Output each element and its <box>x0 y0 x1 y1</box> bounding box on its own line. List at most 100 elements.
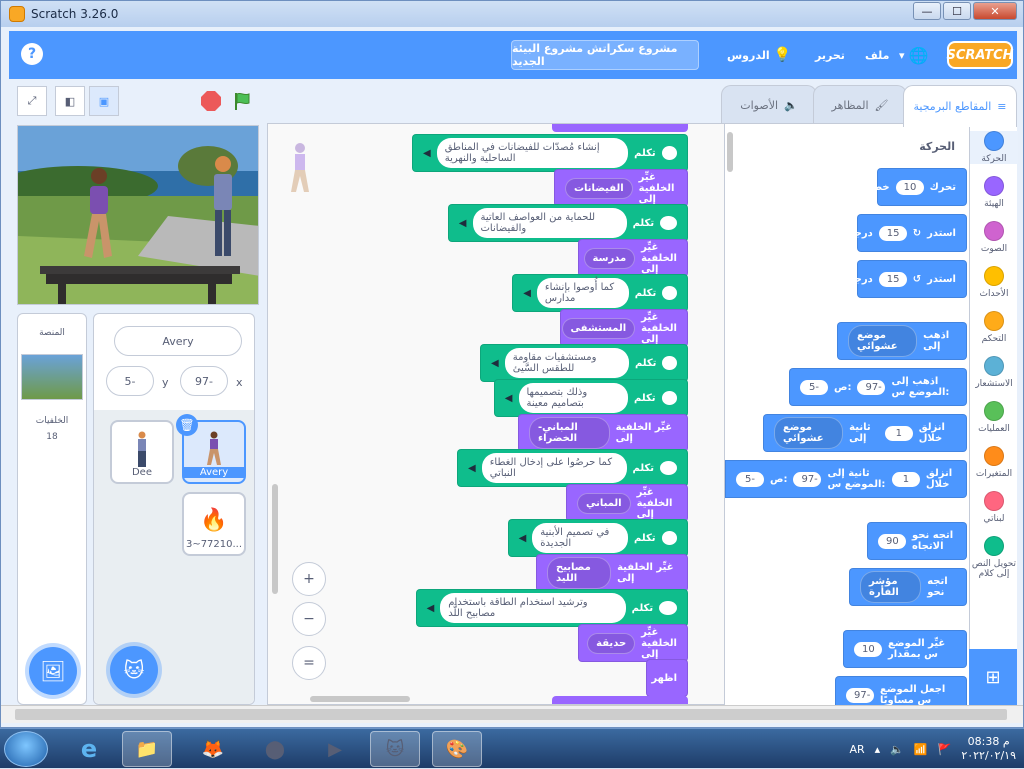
block-input[interactable]: 5- <box>736 471 764 487</box>
glide-random-block[interactable]: موضع عشوائي ثانية إلى 1 انزلق خلال <box>763 414 967 452</box>
tab-code[interactable]: المقاطع البرمجية ≡ <box>903 85 1017 127</box>
block-input[interactable]: 97- <box>857 379 886 395</box>
block-input[interactable]: للحماية من العواصف العاتية والفيضانات <box>472 208 627 238</box>
block-input[interactable]: في تصميم الأبنية الجديدة <box>532 523 629 553</box>
block-dropdown[interactable]: حديقة <box>587 632 636 654</box>
zoom-reset-button[interactable]: = <box>292 646 326 680</box>
choose-backdrop-button[interactable]: 🖼 <box>29 647 77 695</box>
switch-backdrop-block[interactable]: مدرسة غيِّر الخلفية إلى <box>578 239 688 277</box>
tab-costumes[interactable]: المظاهر 🖌 <box>813 85 907 125</box>
set-x-block[interactable]: 97- اجعل الموضع س مساويًا <box>835 676 967 705</box>
script-area[interactable]: تكلم إنشاء مُصدّات للفيضانات في المناطق ا… <box>267 123 725 705</box>
move-steps-block[interactable]: خطوة 10 تحرك <box>861 168 967 206</box>
firefox-icon[interactable]: 🦊 <box>188 731 238 767</box>
large-stage-button[interactable]: ▣ <box>89 86 119 116</box>
glide-xy-block[interactable]: 5- ص: 97- ثانية إلى الموضع س: 1 انزلق خل… <box>725 460 967 498</box>
change-x-block[interactable]: 10 غيِّر الموضع س بمقدار <box>843 630 967 668</box>
language-indicator[interactable]: AR <box>850 743 865 756</box>
sprite-thumb-dee[interactable]: Dee <box>110 420 174 484</box>
category-7[interactable]: المتغيرات <box>970 446 1018 479</box>
close-button[interactable]: ✕ <box>973 2 1017 20</box>
horizontal-scrollbar[interactable] <box>310 696 410 702</box>
block-dropdown[interactable]: موضع عشوائي <box>774 417 844 449</box>
category-1[interactable]: الهيئة <box>970 176 1018 209</box>
block-dropdown[interactable]: موضع عشوائي <box>848 325 918 357</box>
category-4[interactable]: التحكم <box>970 311 1018 344</box>
zoom-in-button[interactable]: + <box>292 562 326 596</box>
x-coordinate-input[interactable]: 97- <box>180 366 228 396</box>
block-input[interactable]: كما أُوصوا بإنشاء مدارس <box>536 278 629 308</box>
maximize-button[interactable]: ☐ <box>943 2 971 20</box>
block-dropdown[interactable]: المستشفى <box>561 317 636 339</box>
block-input[interactable]: وذلك بتصميمها بتصاميم معينة <box>518 383 629 413</box>
category-3[interactable]: الأحداث <box>970 266 1018 299</box>
fullscreen-button[interactable]: ⤢ <box>17 86 47 116</box>
say-block[interactable]: تكلم كما أُوصوا بإنشاء مدارس ◀ <box>512 274 688 312</box>
edit-menu[interactable]: تحرير <box>815 31 845 79</box>
paint-icon[interactable]: 🎨 <box>432 731 482 767</box>
stage-canvas[interactable] <box>17 125 259 305</box>
tray-expand-icon[interactable]: ▴ <box>875 743 881 756</box>
block-input[interactable]: 15 <box>878 271 907 287</box>
chrome-icon[interactable]: ⬤ <box>250 731 300 767</box>
block-dropdown[interactable]: المباني <box>577 492 631 514</box>
block-dropdown[interactable]: مصابيح الليد <box>547 557 612 589</box>
say-block[interactable]: تكلم كما حرصُوا على إدخال الغطاء النباتي ◀ <box>457 449 688 487</box>
block-input[interactable]: 97- <box>846 687 874 703</box>
category-5[interactable]: الاستشعار <box>970 356 1018 389</box>
block-dropdown[interactable]: مؤشر الفأرة <box>860 571 922 603</box>
block-input[interactable]: إنشاء مُصدّات للفيضانات في المناطق الساح… <box>436 138 629 168</box>
say-block[interactable]: تكلم وذلك بتصميمها بتصاميم معينة ◀ <box>493 379 688 417</box>
help-icon[interactable]: ? <box>21 43 43 65</box>
file-explorer-icon[interactable]: 📁 <box>122 731 172 767</box>
tab-sounds[interactable]: الأصوات 🔈 <box>721 85 817 125</box>
block-dropdown[interactable]: الفيضانات <box>565 177 633 199</box>
project-title-input[interactable]: مشروع سكراتش مشروع البيئة الجديد <box>511 40 699 70</box>
vertical-scrollbar[interactable] <box>272 484 278 594</box>
zoom-out-button[interactable]: − <box>292 602 326 636</box>
start-button[interactable] <box>4 731 48 767</box>
small-stage-button[interactable]: ◧ <box>55 86 85 116</box>
switch-backdrop-block[interactable]: مصابيح الليد غيِّر الخلفية إلى <box>536 554 688 592</box>
file-menu[interactable]: ملف <box>865 31 889 79</box>
category-2[interactable]: الصوت <box>970 221 1018 254</box>
switch-backdrop-block[interactable]: الفيضانات غيِّر الخلفية إلى <box>554 169 688 207</box>
switch-backdrop-block[interactable]: المباني-الخضراء غيِّر الخلفية إلى <box>518 414 688 452</box>
sprite-name-input[interactable]: Avery <box>114 326 242 356</box>
point-direction-block[interactable]: اتجه نحو الاتجاه 90 <box>867 522 967 560</box>
clock[interactable]: 08:38 م ٢٠٢٢/٠٢/١٩ <box>961 735 1016 763</box>
language-menu[interactable]: ▾ 🌐 <box>899 31 928 79</box>
stop-icon[interactable] <box>201 91 221 111</box>
block-input[interactable]: كما حرصُوا على إدخال الغطاء النباتي <box>481 453 627 483</box>
say-block[interactable]: تكلم ومستشفيات مقاومة للطقس السَّيئ ◀ <box>480 344 688 382</box>
scratch-taskbar-icon[interactable]: 🐱 <box>370 731 420 767</box>
category-8[interactable]: لبناتي <box>970 491 1018 524</box>
sprite-thumb-campfire[interactable]: 🔥 3~77210... <box>182 492 246 556</box>
point-towards-block[interactable]: مؤشر الفأرة اتجه نحو <box>849 568 967 606</box>
show-block[interactable]: اظهر <box>646 659 688 697</box>
category-0[interactable]: الحركة <box>970 131 1018 164</box>
goto-xy-block[interactable]: 5- ص: 97- اذهب إلى الموضع س: <box>789 368 967 406</box>
block-input[interactable]: 10 <box>895 179 924 195</box>
goto-random-block[interactable]: موضع عشوائي اذهب إلى <box>837 322 967 360</box>
delete-sprite-icon[interactable]: 🗑 <box>176 414 198 436</box>
palette-scrollbar[interactable] <box>727 132 733 172</box>
dee-sprite[interactable] <box>206 154 240 264</box>
internet-explorer-icon[interactable]: e <box>64 731 114 767</box>
block-input[interactable]: 1 <box>891 471 920 487</box>
tutorials-menu[interactable]: الدروس 💡 <box>727 31 791 79</box>
switch-backdrop-block[interactable]: المباني غيِّر الخلفية إلى <box>566 484 688 522</box>
say-block[interactable]: تكلم إنشاء مُصدّات للفيضانات في المناطق ا… <box>412 134 688 172</box>
scratch-logo[interactable]: SCRATCH <box>946 41 1014 69</box>
switch-backdrop-block[interactable]: المستشفى غيِّر الخلفية إلى <box>560 309 688 347</box>
turn-left-block[interactable]: درجة 15 ↺ استدر <box>849 260 967 298</box>
window-horizontal-scrollbar[interactable] <box>1 705 1023 723</box>
media-player-icon[interactable]: ▶ <box>310 731 360 767</box>
green-flag-icon[interactable] <box>233 91 253 111</box>
stage-thumbnail[interactable] <box>21 354 83 400</box>
choose-sprite-button[interactable]: 🐱 <box>110 646 158 694</box>
block-input[interactable]: 97- <box>793 471 822 487</box>
y-coordinate-input[interactable]: 5- <box>106 366 154 396</box>
network-icon[interactable]: 📶 <box>914 743 928 756</box>
add-extension-button[interactable]: ⊞ <box>969 649 1017 705</box>
